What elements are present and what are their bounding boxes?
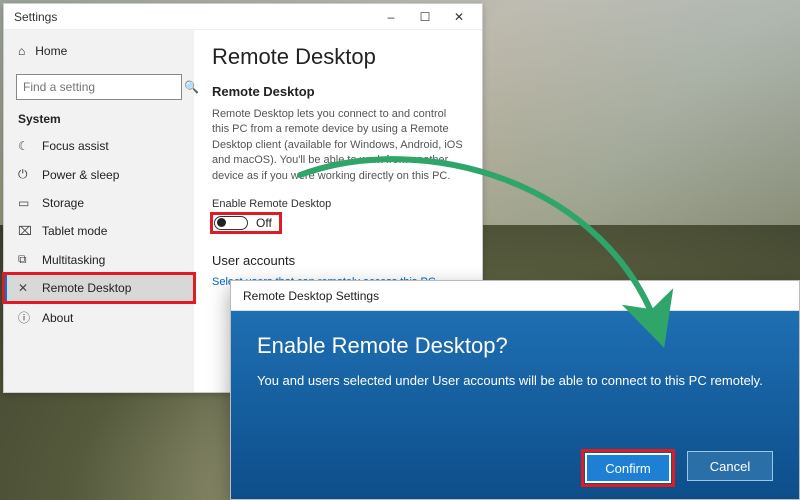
section-description: Remote Desktop lets you connect to and c… [212, 107, 464, 184]
dialog-titlebar: Remote Desktop Settings [231, 281, 799, 311]
sidebar-item-label: Storage [42, 196, 84, 210]
sidebar-nav-list: ☾ Focus assist ⏻ Power & sleep ▭ Storage… [4, 132, 194, 333]
tablet-icon: ⌧ [18, 224, 32, 238]
sidebar-item-power-sleep[interactable]: ⏻ Power & sleep [4, 160, 194, 189]
dialog-heading: Enable Remote Desktop? [257, 333, 773, 359]
dialog-title: Remote Desktop Settings [243, 289, 379, 303]
window-close-button[interactable]: ✕ [442, 10, 476, 24]
page-title: Remote Desktop [212, 44, 464, 70]
home-icon: ⌂ [18, 44, 25, 58]
sidebar: ⌂ Home 🔍 System ☾ Focus assist ⏻ Power &… [4, 30, 194, 392]
settings-search[interactable]: 🔍 [16, 74, 182, 100]
sidebar-item-remote-desktop[interactable]: ✕ Remote Desktop [4, 274, 194, 302]
disk-icon: ▭ [18, 196, 32, 210]
search-input[interactable] [17, 80, 184, 94]
sidebar-item-storage[interactable]: ▭ Storage [4, 189, 194, 217]
moon-icon: ☾ [18, 139, 32, 153]
window-titlebar: Settings – ☐ ✕ [4, 4, 482, 30]
multitask-icon: ⧉ [18, 252, 32, 267]
sidebar-home[interactable]: ⌂ Home [4, 38, 194, 64]
sidebar-home-label: Home [35, 44, 67, 58]
toggle-state-text: Off [256, 216, 272, 230]
sidebar-item-tablet-mode[interactable]: ⌧ Tablet mode [4, 217, 194, 245]
sidebar-item-focus-assist[interactable]: ☾ Focus assist [4, 132, 194, 160]
sidebar-item-label: Multitasking [42, 253, 105, 267]
remote-icon: ✕ [18, 281, 32, 295]
window-maximize-button[interactable]: ☐ [408, 10, 442, 24]
info-icon: ⓘ [18, 309, 32, 326]
power-icon: ⏻ [18, 167, 32, 182]
sidebar-item-about[interactable]: ⓘ About [4, 302, 194, 333]
sidebar-item-label: About [42, 311, 73, 325]
enable-remote-desktop-toggle[interactable]: Off [212, 214, 280, 232]
cancel-button[interactable]: Cancel [687, 451, 773, 481]
sidebar-item-label: Remote Desktop [42, 281, 131, 295]
sidebar-item-label: Focus assist [42, 139, 109, 153]
sidebar-item-multitasking[interactable]: ⧉ Multitasking [4, 245, 194, 274]
section-title: Remote Desktop [212, 84, 464, 99]
dialog-actions: Confirm Cancel [257, 441, 773, 485]
window-title: Settings [14, 10, 57, 24]
window-minimize-button[interactable]: – [374, 10, 408, 24]
confirm-button[interactable]: Confirm [585, 453, 671, 483]
toggle-switch[interactable] [214, 216, 248, 230]
toggle-label: Enable Remote Desktop [212, 198, 464, 210]
remote-desktop-dialog: Remote Desktop Settings Enable Remote De… [230, 280, 800, 500]
dialog-message: You and users selected under User accoun… [257, 373, 773, 388]
sidebar-section-label: System [4, 108, 194, 132]
sidebar-item-label: Power & sleep [42, 168, 119, 182]
dialog-body: Enable Remote Desktop? You and users sel… [231, 311, 799, 499]
sidebar-item-label: Tablet mode [42, 224, 107, 238]
user-accounts-heading: User accounts [212, 253, 464, 268]
